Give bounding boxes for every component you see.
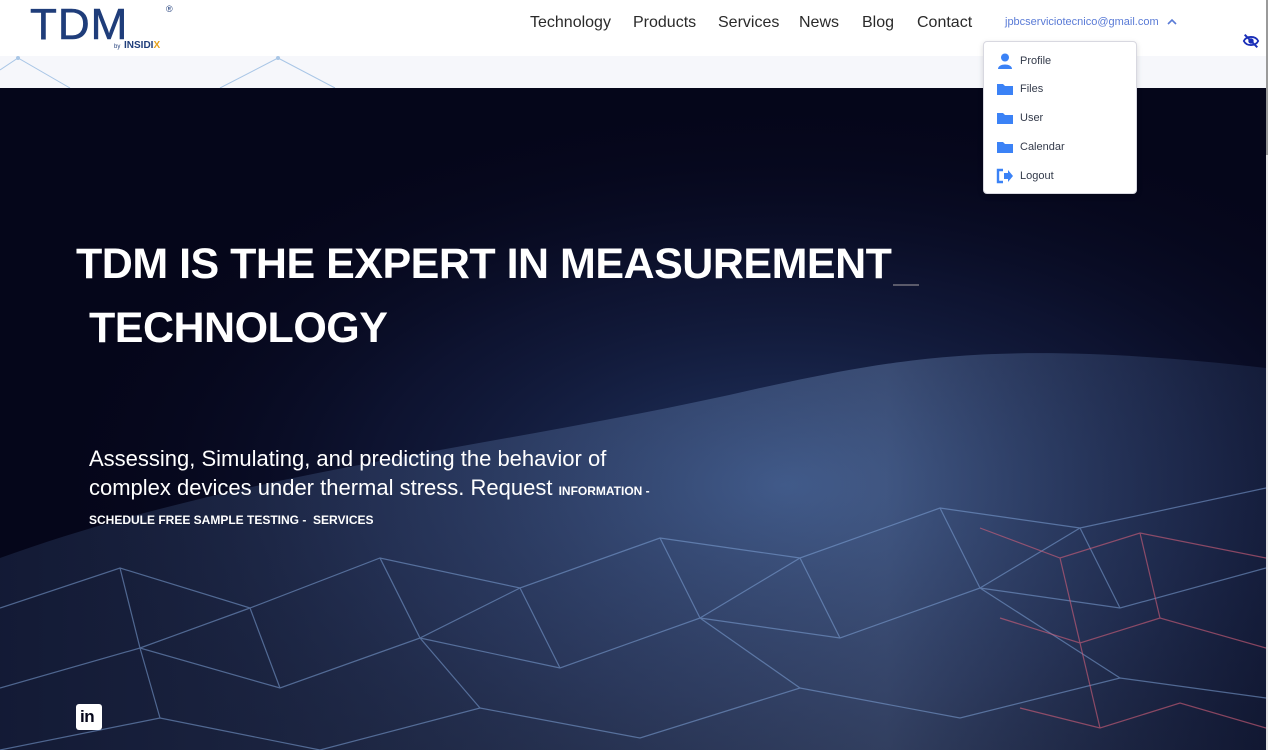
dropdown-item-calendar[interactable]: Calendar [996,138,1126,156]
link-information[interactable]: INFORMATION - [559,484,650,498]
dropdown-label-profile: Profile [1020,55,1052,67]
logo-wordmark: TDM [30,0,129,49]
nav-products[interactable]: Products [633,14,696,32]
dropdown-label-files: Files [1020,83,1044,95]
logo-insidix: INSIDIX [124,40,160,51]
dropdown-item-logout[interactable]: Logout [996,167,1126,185]
dropdown-item-profile[interactable]: Profile [996,52,1126,70]
logo-registered-mark: ® [166,4,173,14]
nav-technology[interactable]: Technology [530,14,611,32]
dropdown-label-logout: Logout [1020,170,1054,182]
tdm-logo[interactable]: TDM ® by INSIDIX [30,0,180,54]
dropdown-item-files[interactable]: Files [996,80,1126,98]
hero-subtitle-text: Assessing, Simulating, and predicting th… [89,446,607,500]
hero-title-line-2: TECHNOLOGY [89,304,388,352]
logo-insidix-prefix: INSIDI [124,40,154,51]
hero-title-text-1: TDM IS THE EXPERT IN MEASUREMENT [76,240,892,288]
nav-services[interactable]: Services [718,14,779,32]
eye-slash-icon[interactable] [1242,32,1260,50]
hero-title-line-1: TDM IS THE EXPERT IN MEASUREMENT [76,232,920,296]
chevron-up-icon [1167,18,1177,25]
dropdown-label-calendar: Calendar [1020,141,1065,153]
user-dropdown-menu: Profile Files User Calendar Logout [983,41,1137,194]
link-services[interactable]: SERVICES [313,513,373,527]
dropdown-item-user[interactable]: User [996,109,1126,127]
linkedin-glyph: in [80,707,95,726]
logout-icon [996,168,1013,184]
user-icon [998,53,1012,69]
hero-links: SCHEDULE FREE SAMPLE TESTING - SERVICES [89,513,374,527]
logo-by: by [114,44,121,50]
nav-news[interactable]: News [799,14,839,32]
folder-icon [997,113,1013,124]
hero-subtitle: Assessing, Simulating, and predicting th… [89,444,669,506]
link-schedule-testing[interactable]: SCHEDULE FREE SAMPLE TESTING - [89,513,306,527]
logo-insidix-x: X [153,40,161,51]
folder-icon [997,142,1013,153]
folder-icon [997,84,1013,95]
typing-cursor [893,284,920,286]
user-email: jpbcserviciotecnico@gmail.com [1005,16,1159,28]
linkedin-icon[interactable]: in [76,704,102,730]
nav-contact[interactable]: Contact [917,14,972,32]
user-menu-toggle[interactable]: jpbcserviciotecnico@gmail.com [1005,16,1177,28]
dropdown-label-user: User [1020,112,1044,124]
nav-blog[interactable]: Blog [862,14,894,32]
